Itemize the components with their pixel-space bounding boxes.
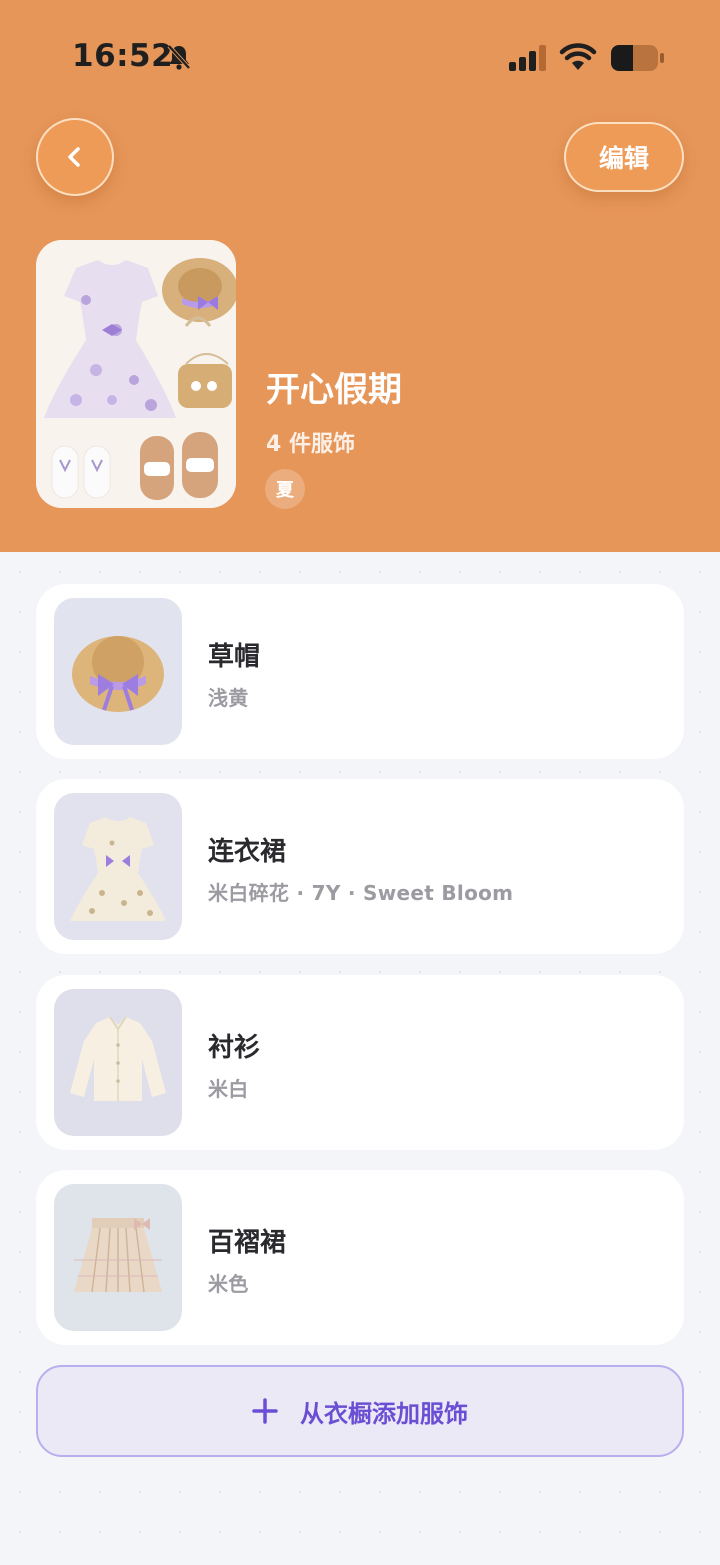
bell-muted-icon xyxy=(167,44,191,70)
status-bar: 16:52 xyxy=(0,0,720,110)
back-button[interactable] xyxy=(36,118,114,196)
outfit-title: 开心假期 xyxy=(266,370,402,410)
outfit-item-count: 4 件服饰 xyxy=(266,432,355,457)
item-card-dress[interactable]: 连衣裙 米白碎花 · 7Y · Sweet Bloom xyxy=(36,779,684,954)
item-card-pleated-skirt[interactable]: 百褶裙 米色 xyxy=(36,1170,684,1345)
add-from-wardrobe-button[interactable]: 从衣橱添加服饰 xyxy=(36,1365,684,1457)
cellular-signal-icon xyxy=(509,45,546,71)
item-meta: 浅黄 xyxy=(208,686,249,710)
season-badge: 夏 xyxy=(265,469,305,509)
pleated-skirt-icon xyxy=(74,1218,162,1293)
add-from-wardrobe-label: 从衣橱添加服饰 xyxy=(300,1399,468,1428)
battery-icon xyxy=(611,45,664,71)
item-thumbnail xyxy=(54,1184,182,1331)
outfit-header: 16:52 编辑 开心假期 4 件服饰 夏 xyxy=(0,0,720,552)
edit-button[interactable]: 编辑 xyxy=(564,122,684,192)
item-name: 衬衫 xyxy=(208,1033,261,1063)
chevron-left-icon xyxy=(68,147,80,167)
item-thumbnail xyxy=(54,598,182,745)
item-name: 连衣裙 xyxy=(208,837,287,867)
item-card-straw-hat[interactable]: 草帽 浅黄 xyxy=(36,584,684,759)
plus-icon xyxy=(252,1398,278,1424)
status-time: 16:52 xyxy=(72,38,174,74)
item-card-shirt[interactable]: 衬衫 米白 xyxy=(36,975,684,1150)
straw-hat-icon xyxy=(72,636,164,712)
shirt-icon xyxy=(70,1016,166,1101)
item-name: 百褶裙 xyxy=(208,1228,287,1258)
item-thumbnail xyxy=(54,989,182,1136)
dress-icon xyxy=(70,817,166,921)
wifi-icon xyxy=(559,43,597,70)
outfit-cover-image xyxy=(36,240,236,508)
item-name: 草帽 xyxy=(208,642,261,672)
item-thumbnail xyxy=(54,793,182,940)
item-meta: 米白碎花 · 7Y · Sweet Bloom xyxy=(208,881,514,905)
item-meta: 米白 xyxy=(208,1077,249,1101)
item-meta: 米色 xyxy=(208,1272,249,1296)
